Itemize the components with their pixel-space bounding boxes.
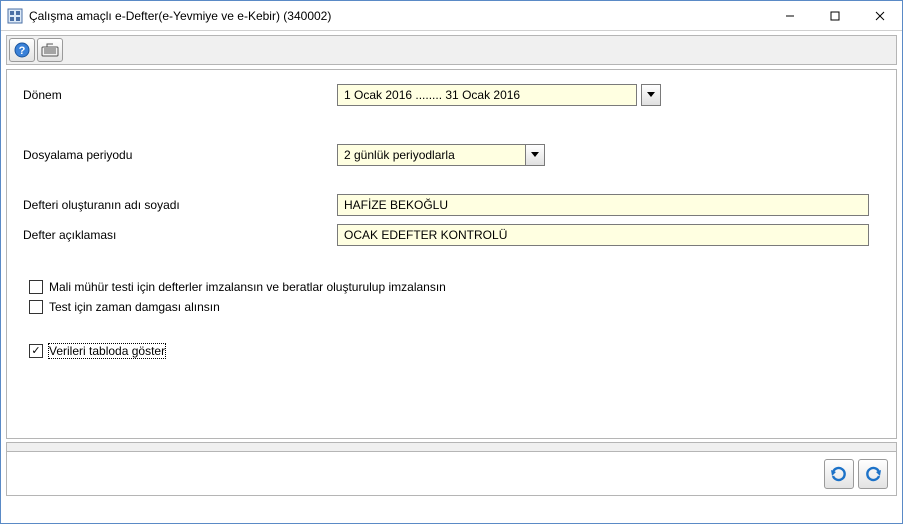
- show-table-checkbox-row: ✓ Verileri tabloda göster: [19, 344, 884, 358]
- show-table-checkbox-label: Verileri tabloda göster: [49, 344, 165, 358]
- creator-input[interactable]: HAFİZE BEKOĞLU: [337, 194, 869, 216]
- timestamp-checkbox-label: Test için zaman damgası alınsın: [49, 300, 220, 314]
- form-panel: Dönem 1 Ocak 2016 ........ 31 Ocak 2016 …: [6, 69, 897, 439]
- titlebar: Çalışma amaçlı e-Defter(e-Yevmiye ve e-K…: [1, 1, 902, 31]
- toolbar: ?: [6, 35, 897, 65]
- show-table-checkbox[interactable]: ✓: [29, 344, 43, 358]
- timestamp-checkbox-row: Test için zaman damgası alınsın: [19, 300, 884, 314]
- filing-period-label: Dosyalama periyodu: [19, 148, 337, 162]
- description-input[interactable]: OCAK EDEFTER KONTROLÜ: [337, 224, 869, 246]
- period-combo[interactable]: 1 Ocak 2016 ........ 31 Ocak 2016: [337, 84, 661, 106]
- app-window: Çalışma amaçlı e-Defter(e-Yevmiye ve e-K…: [0, 0, 903, 524]
- creator-label: Defteri oluşturanın adı soyadı: [19, 198, 337, 212]
- keyboard-button[interactable]: [37, 38, 63, 62]
- period-label: Dönem: [19, 88, 337, 102]
- maximize-button[interactable]: [812, 1, 857, 30]
- seal-test-checkbox[interactable]: [29, 280, 43, 294]
- status-bar: [6, 499, 897, 519]
- close-button[interactable]: [857, 1, 902, 30]
- period-dropdown-button[interactable]: [641, 84, 661, 106]
- period-value[interactable]: 1 Ocak 2016 ........ 31 Ocak 2016: [337, 84, 637, 106]
- timestamp-checkbox[interactable]: [29, 300, 43, 314]
- filing-period-dropdown-button[interactable]: [525, 144, 545, 166]
- app-icon: [7, 8, 23, 24]
- footer-bar: [6, 452, 897, 496]
- help-button[interactable]: ?: [9, 38, 35, 62]
- separator-bar: [6, 442, 897, 452]
- description-label: Defter açıklaması: [19, 228, 337, 242]
- window-title: Çalışma amaçlı e-Defter(e-Yevmiye ve e-K…: [29, 9, 767, 23]
- svg-text:?: ?: [19, 45, 26, 57]
- seal-test-checkbox-label: Mali mühür testi için defterler imzalans…: [49, 280, 446, 294]
- run-button[interactable]: [824, 459, 854, 489]
- seal-test-checkbox-row: Mali mühür testi için defterler imzalans…: [19, 280, 884, 294]
- window-controls: [767, 1, 902, 30]
- filing-period-value[interactable]: 2 günlük periyodlarla: [337, 144, 525, 166]
- filing-period-combo[interactable]: 2 günlük periyodlarla: [337, 144, 545, 166]
- back-button[interactable]: [858, 459, 888, 489]
- minimize-button[interactable]: [767, 1, 812, 30]
